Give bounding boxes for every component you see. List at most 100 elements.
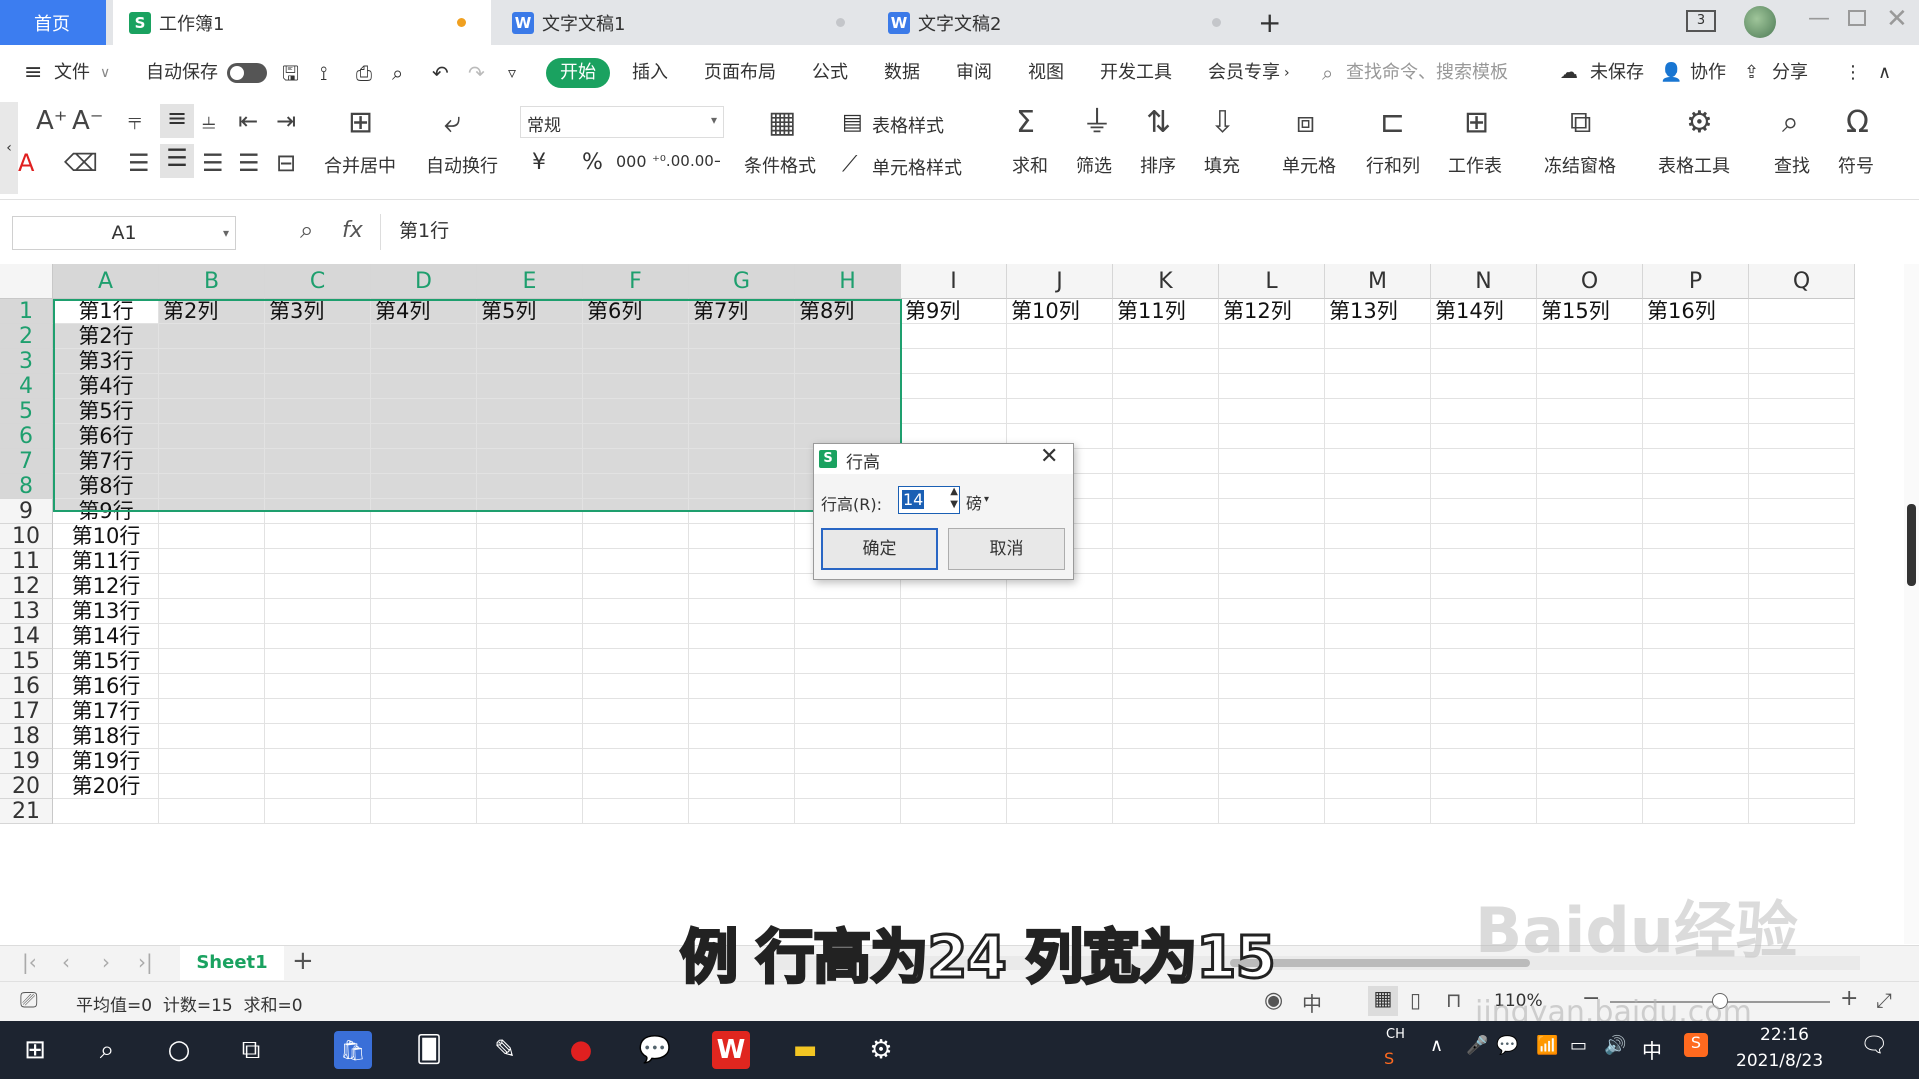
table-cell[interactable]: 第10列: [1007, 299, 1080, 324]
table-cell[interactable]: 第20行: [53, 774, 159, 799]
window-list-icon[interactable]: 3: [1686, 10, 1716, 32]
column-header-M[interactable]: M: [1325, 264, 1431, 299]
wrap-text-button[interactable]: 自动换行: [426, 152, 498, 178]
print-preview-icon[interactable]: ⌕: [392, 59, 403, 87]
table-cell[interactable]: 第16列: [1643, 299, 1716, 324]
column-header-J[interactable]: J: [1007, 264, 1113, 299]
table-style-button[interactable]: 表格样式: [872, 112, 944, 138]
ok-button[interactable]: 确定: [821, 528, 938, 570]
more-icon[interactable]: ▿: [508, 59, 516, 87]
select-all-corner[interactable]: [0, 264, 53, 299]
row-header-7[interactable]: 7: [0, 449, 53, 474]
ribbon-scroll-left[interactable]: ‹: [0, 102, 18, 194]
store-icon[interactable]: 🛍: [334, 1031, 372, 1069]
number-format-select[interactable]: 常规 ▾: [520, 106, 724, 138]
collapse-ribbon-icon[interactable]: ∧: [1878, 59, 1891, 87]
start-icon[interactable]: ⊞: [16, 1031, 54, 1069]
align-top-icon[interactable]: ⫧: [128, 106, 142, 136]
fill-icon[interactable]: ⇩: [1210, 108, 1235, 138]
menu-home[interactable]: 开始: [546, 58, 610, 88]
row-header-16[interactable]: 16: [0, 674, 53, 699]
row-header-15[interactable]: 15: [0, 649, 53, 674]
row-header-20[interactable]: 20: [0, 774, 53, 799]
column-header-K[interactable]: K: [1113, 264, 1219, 299]
cortana-icon[interactable]: ○: [160, 1031, 198, 1069]
lang-indicator[interactable]: CH: [1386, 1027, 1405, 1042]
filter-button[interactable]: 筛选: [1076, 152, 1112, 178]
justify-icon[interactable]: ☰: [238, 148, 260, 178]
wrap-text-icon[interactable]: ⤶: [444, 108, 461, 138]
wechat-tray-icon[interactable]: 💬: [1496, 1035, 1518, 1056]
close-window-icon[interactable]: ✕: [1886, 4, 1908, 34]
align-middle-icon[interactable]: ≡: [160, 104, 194, 138]
app-cards-icon[interactable]: 🂠: [410, 1031, 448, 1069]
new-tab-icon[interactable]: +: [1258, 6, 1281, 39]
table-cell[interactable]: 第15行: [53, 649, 159, 674]
sort-button[interactable]: 排序: [1140, 152, 1176, 178]
row-header-10[interactable]: 10: [0, 524, 53, 549]
cell-icon[interactable]: ⧈: [1296, 108, 1315, 138]
next-sheet-icon[interactable]: ›: [102, 950, 110, 974]
spin-down-icon[interactable]: ▼: [950, 499, 958, 510]
column-header-E[interactable]: E: [477, 264, 583, 299]
fullscreen-icon[interactable]: ⤢: [1876, 988, 1892, 1012]
distribute-icon[interactable]: ⊟: [276, 148, 296, 178]
save-icon[interactable]: 🖫: [282, 59, 299, 87]
menu-review[interactable]: 审阅: [956, 59, 992, 87]
more-options-icon[interactable]: ⋮: [1844, 59, 1862, 87]
find-button[interactable]: 查找: [1774, 152, 1810, 178]
menu-member[interactable]: 会员专享: [1208, 59, 1282, 87]
autosave-toggle[interactable]: [227, 63, 267, 83]
column-header-N[interactable]: N: [1431, 264, 1537, 299]
symbol-button[interactable]: 符号: [1838, 152, 1874, 178]
tab-workbook1[interactable]: S 工作簿1: [113, 0, 491, 45]
rowcol-button[interactable]: 行和列: [1366, 152, 1420, 178]
vertical-scrollbar[interactable]: [1904, 264, 1919, 944]
column-header-G[interactable]: G: [689, 264, 795, 299]
table-cell[interactable]: 第9列: [901, 299, 960, 324]
format-painter-icon[interactable]: ⟟: [320, 59, 327, 87]
column-header-O[interactable]: O: [1537, 264, 1643, 299]
notification-icon[interactable]: 🗨: [1860, 1033, 1888, 1058]
row-header-3[interactable]: 3: [0, 349, 53, 374]
row-height-input[interactable]: 14 ▲ ▼: [898, 486, 960, 514]
row-header-9[interactable]: 9: [0, 499, 53, 524]
table-cell[interactable]: 第12列: [1219, 299, 1292, 324]
search-icon[interactable]: ⌕: [88, 1031, 126, 1069]
table-cell[interactable]: 第14列: [1431, 299, 1504, 324]
task-view-icon[interactable]: ⧉: [232, 1031, 270, 1069]
macro-icon[interactable]: ⎚: [20, 988, 38, 1013]
indent-decrease-icon[interactable]: ⇤: [238, 106, 258, 136]
chevron-right-icon[interactable]: ›: [1284, 59, 1290, 87]
unit-select[interactable]: 磅: [966, 490, 982, 514]
menu-insert[interactable]: 插入: [632, 59, 668, 87]
worksheet-icon[interactable]: ⊞: [1464, 108, 1489, 138]
currency-button[interactable]: ¥: [532, 150, 546, 175]
tab-document1[interactable]: W 文字文稿1: [496, 0, 866, 45]
decimal-decrease-button[interactable]: .00→.0: [690, 152, 720, 170]
conditional-format-icon[interactable]: ▦: [768, 108, 796, 138]
row-header-17[interactable]: 17: [0, 699, 53, 724]
column-header-F[interactable]: F: [583, 264, 689, 299]
sogou-tray-icon[interactable]: S: [1684, 1033, 1708, 1057]
font-color-icon[interactable]: A: [18, 148, 34, 178]
thousands-button[interactable]: 000: [616, 152, 647, 171]
column-header-P[interactable]: P: [1643, 264, 1749, 299]
table-cell[interactable]: 第19行: [53, 749, 159, 774]
conditional-format-button[interactable]: 条件格式: [744, 152, 816, 178]
column-header-Q[interactable]: Q: [1749, 264, 1855, 299]
first-sheet-icon[interactable]: |‹: [22, 950, 37, 974]
formula-input[interactable]: 第1行: [380, 214, 1915, 250]
filter-icon[interactable]: ⏚: [1082, 108, 1112, 138]
function-icon[interactable]: fx: [342, 218, 363, 243]
find-icon[interactable]: ⌕: [1782, 108, 1799, 138]
row-header-4[interactable]: 4: [0, 374, 53, 399]
avatar[interactable]: [1744, 6, 1776, 38]
close-icon[interactable]: ✕: [1040, 444, 1058, 469]
table-cell[interactable]: 第11行: [53, 549, 159, 574]
menu-page-layout[interactable]: 页面布局: [704, 59, 776, 87]
row-header-19[interactable]: 19: [0, 749, 53, 774]
percent-button[interactable]: %: [582, 150, 603, 175]
column-header-D[interactable]: D: [371, 264, 477, 299]
input-method-icon[interactable]: 中: [1302, 988, 1322, 1017]
